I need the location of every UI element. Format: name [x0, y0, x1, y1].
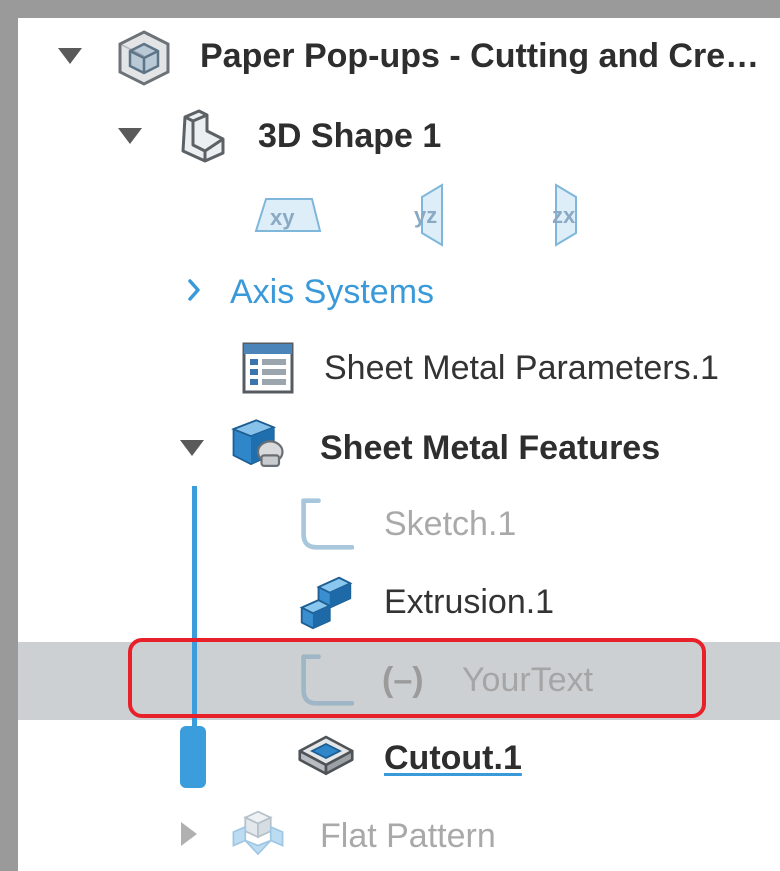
tree-node-sheet-metal-features-label: Sheet Metal Features — [320, 429, 661, 467]
tree-node-flat-pattern[interactable]: Flat Pattern — [18, 798, 780, 871]
current-feature-marker — [180, 726, 206, 788]
extrusion-icon — [298, 574, 354, 630]
caret-down-icon — [118, 128, 142, 144]
tree-node-3d-shape[interactable]: 3D Shape 1 — [18, 96, 780, 174]
reference-planes: xy yz zx — [248, 183, 608, 247]
tree-node-root[interactable]: Paper Pop-ups - Cutting and Cre… — [18, 18, 780, 96]
caret-down-icon — [58, 48, 82, 64]
cutout-icon — [298, 730, 354, 786]
tree-node-axis-systems-label[interactable]: Axis Systems — [230, 272, 434, 312]
tree-node-3d-shape-label: 3D Shape 1 — [258, 117, 442, 155]
tree-node-cutout-1[interactable]: Cutout.1 — [18, 720, 780, 798]
expand-toggle-sheet-metal-features[interactable] — [178, 434, 206, 462]
tree-node-cutout-1-label: Cutout.1 — [384, 739, 522, 777]
expand-toggle-3d-shape[interactable] — [116, 122, 144, 150]
tree-node-sheet-metal-features[interactable]: Sheet Metal Features — [18, 408, 780, 486]
annotation-highlight-box — [128, 638, 706, 718]
chevron-right-icon — [188, 279, 200, 301]
tree-node-sketch-1-label: Sketch.1 — [384, 505, 517, 543]
caret-right-icon — [181, 822, 197, 846]
tree-node-sheet-metal-parameters[interactable]: Sheet Metal Parameters.1 — [18, 330, 780, 408]
product-icon — [116, 30, 172, 86]
parameters-table-icon — [240, 340, 296, 396]
3d-shape-icon — [174, 108, 230, 164]
tree-node-sheet-metal-parameters-label: Sheet Metal Parameters.1 — [324, 349, 719, 387]
expand-toggle-root[interactable] — [56, 42, 84, 70]
yz-plane-label: yz — [414, 203, 437, 228]
sheet-metal-features-icon — [230, 416, 286, 472]
sketch-icon — [298, 496, 354, 552]
yz-plane-icon[interactable]: yz — [396, 183, 468, 247]
zx-plane-icon[interactable]: zx — [532, 183, 604, 247]
zx-plane-label: zx — [552, 203, 576, 228]
tree-node-axis-systems[interactable]: Axis Systems — [18, 252, 780, 330]
tree-node-flat-pattern-label: Flat Pattern — [320, 817, 496, 855]
tree-node-sketch-1[interactable]: Sketch.1 — [18, 486, 780, 564]
tree-node-extrusion-1-label: Extrusion.1 — [384, 583, 555, 621]
flat-pattern-icon — [230, 804, 286, 860]
window-frame: Paper Pop-ups - Cutting and Cre… 3D Shap… — [0, 0, 780, 871]
expand-toggle-axis-systems[interactable] — [180, 276, 208, 304]
xy-plane-icon[interactable]: xy — [252, 183, 324, 247]
xy-plane-label: xy — [270, 205, 295, 230]
expand-toggle-flat-pattern[interactable] — [174, 820, 202, 848]
caret-down-icon — [180, 440, 204, 456]
specification-tree: Paper Pop-ups - Cutting and Cre… 3D Shap… — [18, 18, 780, 871]
tree-node-extrusion-1[interactable]: Extrusion.1 — [18, 564, 780, 642]
tree-node-root-label: Paper Pop-ups - Cutting and Cre… — [200, 37, 760, 75]
